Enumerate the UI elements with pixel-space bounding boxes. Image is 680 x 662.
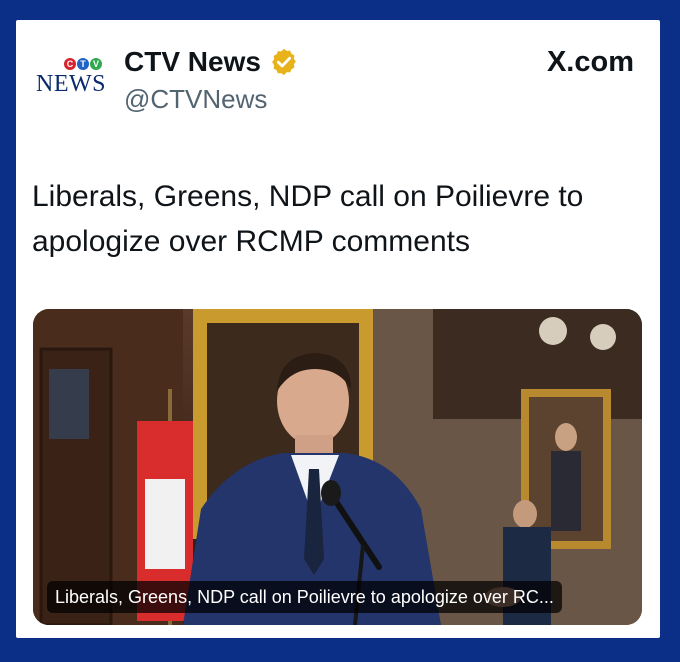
account-name-row: CTV News [124, 46, 299, 78]
portrait-face [555, 423, 577, 451]
post-headline[interactable]: Liberals, Greens, NDP call on Poilievre … [32, 174, 642, 264]
article-image[interactable]: Liberals, Greens, NDP call on Poilievre … [33, 309, 642, 625]
logo-news-text: NEWS [36, 71, 106, 97]
media-caption: Liberals, Greens, NDP call on Poilievre … [47, 581, 562, 613]
microphone-head [321, 480, 341, 506]
ctv-letter-t: T [77, 58, 89, 70]
account-handle[interactable]: @CTVNews [124, 84, 267, 114]
site-label[interactable]: X.com [547, 46, 634, 78]
flag-white-band [145, 479, 185, 569]
portrait-suit [551, 451, 581, 531]
ctv-dots: C T V [64, 58, 102, 72]
article-photo [33, 309, 642, 625]
account-name[interactable]: CTV News [124, 46, 261, 78]
background-person-head [513, 500, 537, 528]
post-card: C T V NEWS CTV News @CTVNews X.com Liber… [16, 20, 660, 638]
door-window [49, 369, 89, 439]
verified-badge-icon [272, 48, 296, 76]
ctv-letter-v: V [90, 58, 102, 70]
wall-lamp-right [590, 324, 616, 350]
ctv-news-logo[interactable]: C T V NEWS [36, 58, 108, 102]
wall-lamp-left [539, 317, 567, 345]
ctv-letter-c: C [64, 58, 76, 70]
